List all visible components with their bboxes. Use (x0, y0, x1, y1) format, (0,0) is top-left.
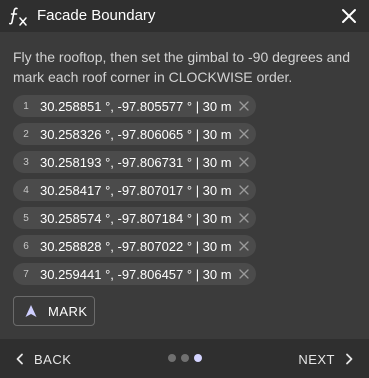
step-indicator (168, 354, 202, 362)
chevron-left-icon (16, 353, 23, 365)
point-row-1: 1 30.258851 °, -97.805577 ° | 30 m (13, 95, 363, 123)
function-icon (9, 7, 27, 26)
remove-point-icon[interactable] (238, 100, 250, 112)
back-button-label: BACK (34, 351, 72, 367)
remove-point-icon[interactable] (238, 128, 250, 140)
point-chip: 7 30.259441 °, -97.806457 ° | 30 m (13, 263, 256, 285)
back-button[interactable]: BACK (14, 349, 71, 369)
point-index: 2 (23, 128, 29, 140)
point-index: 5 (23, 212, 29, 224)
mark-button-label: MARK (48, 303, 88, 319)
wizard-footer: BACK NEXT (0, 339, 369, 378)
point-coordinates: 30.259441 °, -97.806457 ° | 30 m (40, 266, 232, 282)
remove-point-icon[interactable] (238, 268, 250, 280)
remove-point-icon[interactable] (238, 240, 250, 252)
point-coordinates: 30.258417 °, -97.807017 ° | 30 m (40, 182, 232, 198)
next-button-label: NEXT (298, 351, 335, 367)
panel-header: Facade Boundary (0, 0, 369, 32)
point-row-3: 3 30.258193 °, -97.806731 ° | 30 m (13, 151, 363, 179)
step-dot-3-active (194, 354, 202, 362)
point-index: 6 (23, 240, 29, 252)
panel-title: Facade Boundary (37, 7, 156, 24)
point-row-7: 7 30.259441 °, -97.806457 ° | 30 m (13, 263, 363, 291)
step-dot-1 (168, 354, 176, 362)
point-coordinates: 30.258851 °, -97.805577 ° | 30 m (40, 98, 232, 114)
point-list: 1 30.258851 °, -97.805577 ° | 30 m 2 30.… (13, 95, 363, 291)
point-index: 1 (23, 100, 29, 112)
point-chip: 3 30.258193 °, -97.806731 ° | 30 m (13, 151, 256, 173)
point-coordinates: 30.258193 °, -97.806731 ° | 30 m (40, 154, 232, 170)
point-chip: 6 30.258828 °, -97.807022 ° | 30 m (13, 235, 256, 257)
close-icon[interactable] (339, 6, 359, 26)
point-row-4: 4 30.258417 °, -97.807017 ° | 30 m (13, 179, 363, 207)
mark-button[interactable]: MARK (13, 296, 95, 326)
remove-point-icon[interactable] (238, 184, 250, 196)
next-button[interactable]: NEXT (298, 349, 355, 369)
point-row-6: 6 30.258828 °, -97.807022 ° | 30 m (13, 235, 363, 263)
navigation-arrow-icon (25, 305, 37, 317)
point-index: 7 (23, 268, 29, 280)
instructions-text: Fly the rooftop, then set the gimbal to … (13, 49, 350, 85)
remove-point-icon[interactable] (238, 156, 250, 168)
point-coordinates: 30.258828 °, -97.807022 ° | 30 m (40, 238, 232, 254)
point-chip: 2 30.258326 °, -97.806065 ° | 30 m (13, 123, 256, 145)
point-chip: 4 30.258417 °, -97.807017 ° | 30 m (13, 179, 256, 201)
point-index: 3 (23, 156, 29, 168)
chevron-right-icon (346, 353, 353, 365)
point-coordinates: 30.258326 °, -97.806065 ° | 30 m (40, 126, 232, 142)
remove-point-icon[interactable] (238, 212, 250, 224)
point-row-5: 5 30.258574 °, -97.807184 ° | 30 m (13, 207, 363, 235)
point-row-2: 2 30.258326 °, -97.806065 ° | 30 m (13, 123, 363, 151)
point-chip: 5 30.258574 °, -97.807184 ° | 30 m (13, 207, 256, 229)
point-index: 4 (23, 184, 29, 196)
point-coordinates: 30.258574 °, -97.807184 ° | 30 m (40, 210, 232, 226)
step-dot-2 (181, 354, 189, 362)
facade-boundary-panel: Facade Boundary Fly the rooftop, then se… (0, 0, 369, 378)
point-chip: 1 30.258851 °, -97.805577 ° | 30 m (13, 95, 256, 117)
